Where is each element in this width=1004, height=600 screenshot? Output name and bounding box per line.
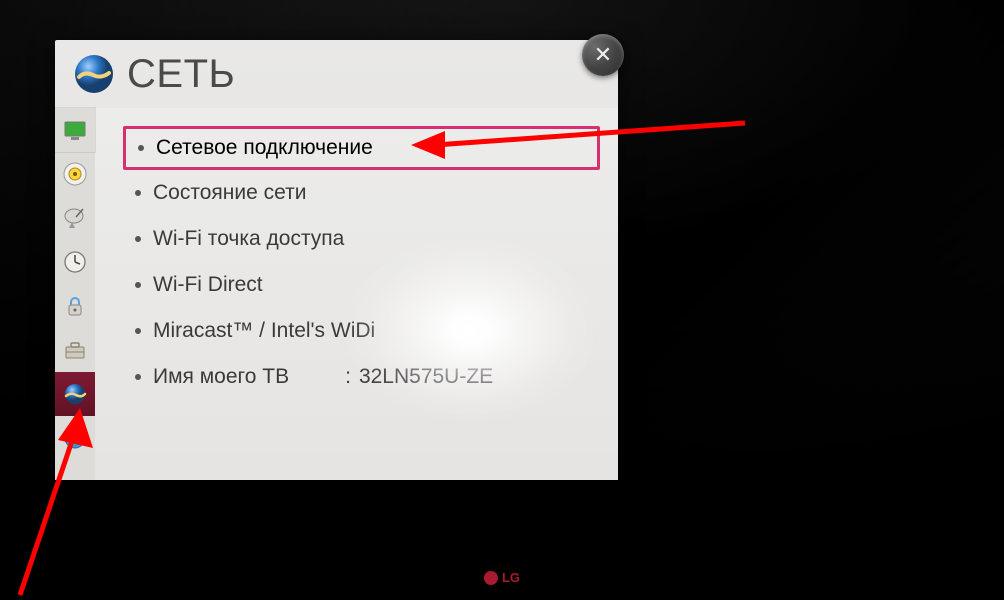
option-label: Miracast™ / Intel's WiDi bbox=[153, 319, 375, 343]
option-wifi-direct[interactable]: Wi-Fi Direct bbox=[123, 262, 600, 308]
close-button[interactable]: ✕ bbox=[582, 34, 624, 76]
brand-name: LG bbox=[502, 570, 520, 585]
option-network-status[interactable]: Состояние сети bbox=[123, 170, 600, 216]
network-globe-icon bbox=[62, 381, 88, 407]
dish-icon bbox=[62, 205, 88, 231]
bullet-icon bbox=[135, 282, 141, 288]
options-panel: Сетевое подключение Состояние сети Wi-Fi… bbox=[95, 108, 618, 480]
bullet-icon bbox=[135, 190, 141, 196]
option-tv-name[interactable]: Имя моего ТВ : 32LN575U-ZE bbox=[123, 354, 600, 400]
settings-window: СЕТЬ ✕ bbox=[55, 40, 618, 480]
option-label: Состояние сети bbox=[153, 181, 306, 205]
bullet-icon bbox=[135, 328, 141, 334]
sidebar-item-sound[interactable] bbox=[55, 152, 95, 196]
svg-text:?: ? bbox=[71, 430, 80, 446]
sidebar-tabs: ? bbox=[55, 108, 95, 480]
option-label: Имя моего ТВ bbox=[153, 365, 289, 389]
close-icon: ✕ bbox=[594, 42, 612, 68]
sidebar-item-network[interactable] bbox=[55, 372, 95, 416]
help-icon: ? bbox=[62, 425, 88, 451]
option-label: Wi-Fi точка доступа bbox=[153, 227, 344, 251]
sidebar-item-satellite[interactable] bbox=[55, 196, 95, 240]
option-miracast-widi[interactable]: Miracast™ / Intel's WiDi bbox=[123, 308, 600, 354]
option-value-separator: : bbox=[345, 365, 351, 389]
network-globe-icon bbox=[69, 49, 119, 99]
menu-header: СЕТЬ ✕ bbox=[55, 40, 618, 108]
option-wifi-hotspot[interactable]: Wi-Fi точка доступа bbox=[123, 216, 600, 262]
bullet-icon bbox=[138, 145, 144, 151]
sidebar-item-picture[interactable] bbox=[55, 108, 95, 152]
bullet-icon bbox=[135, 374, 141, 380]
option-value: 32LN575U-ZE bbox=[359, 365, 493, 389]
lg-face-icon bbox=[484, 571, 498, 585]
clock-icon bbox=[62, 249, 88, 275]
option-network-connection[interactable]: Сетевое подключение bbox=[123, 126, 600, 170]
bullet-icon bbox=[135, 236, 141, 242]
sidebar-item-lock[interactable] bbox=[55, 284, 95, 328]
sidebar-item-general[interactable] bbox=[55, 328, 95, 372]
brand-logo: LG bbox=[484, 570, 520, 585]
lock-icon bbox=[62, 293, 88, 319]
sidebar-item-time[interactable] bbox=[55, 240, 95, 284]
tv-icon bbox=[62, 117, 88, 143]
briefcase-icon bbox=[62, 337, 88, 363]
menu-title: СЕТЬ bbox=[127, 52, 235, 97]
option-label: Сетевое подключение bbox=[156, 136, 373, 160]
speaker-icon bbox=[62, 161, 88, 187]
sidebar-item-support[interactable]: ? bbox=[55, 416, 95, 460]
menu-body: ? Сетевое подключение Состояние сети Wi-… bbox=[55, 108, 618, 480]
option-label: Wi-Fi Direct bbox=[153, 273, 263, 297]
